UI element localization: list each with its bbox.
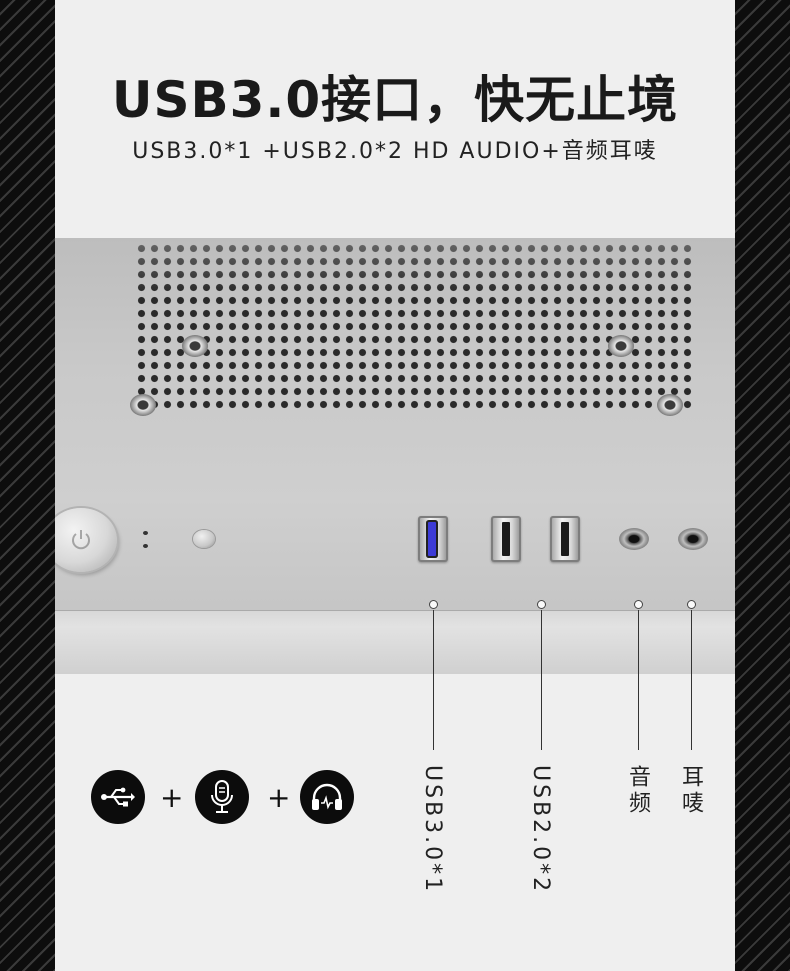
callout-line-audio [638, 610, 639, 750]
screw [608, 335, 634, 357]
label-usb3: USB3.0*1 [420, 765, 445, 895]
label-audio: 音频 [625, 765, 650, 817]
label-usb2: USB2.0*2 [528, 765, 553, 895]
screw [182, 335, 208, 357]
usb2-port [550, 516, 580, 562]
right-striped-border [735, 0, 790, 971]
audio-jack [619, 528, 649, 550]
case-bottom-edge [55, 610, 735, 674]
headphones-icon [300, 770, 354, 824]
plus-sign: + [267, 781, 291, 814]
screw [130, 394, 156, 416]
reset-button [193, 530, 215, 548]
power-icon [72, 530, 90, 550]
hdd-led [143, 544, 148, 548]
subline: USB3.0*1 +USB2.0*2 HD AUDIO+音频耳唛 [132, 139, 658, 164]
callout-dot-audio [634, 600, 643, 609]
usb3-port [418, 516, 448, 562]
usb-icon [91, 770, 145, 824]
callout-line-usb3 [433, 610, 434, 750]
callout-line-usb2 [541, 610, 542, 750]
callout-dot-usb3 [429, 600, 438, 609]
callout-line-mic [691, 610, 692, 750]
screw [657, 394, 683, 416]
microphone-icon [195, 770, 249, 824]
product-panel: USB3.0接口，快无止境 USB3.0*1 +USB2.0*2 HD AUDI… [55, 0, 735, 971]
plus-sign: + [160, 781, 184, 814]
callout-dot-mic [687, 600, 696, 609]
usb2-port [491, 516, 521, 562]
label-mic: 耳唛 [678, 765, 703, 817]
callout-dot-usb2 [537, 600, 546, 609]
case-front-panel-photo [55, 238, 735, 674]
left-striped-border [0, 0, 55, 971]
headline: USB3.0接口，快无止境 [111, 71, 679, 129]
power-led [143, 531, 148, 535]
ventilation-grille [135, 242, 695, 412]
mic-jack [678, 528, 708, 550]
power-button [55, 508, 117, 572]
